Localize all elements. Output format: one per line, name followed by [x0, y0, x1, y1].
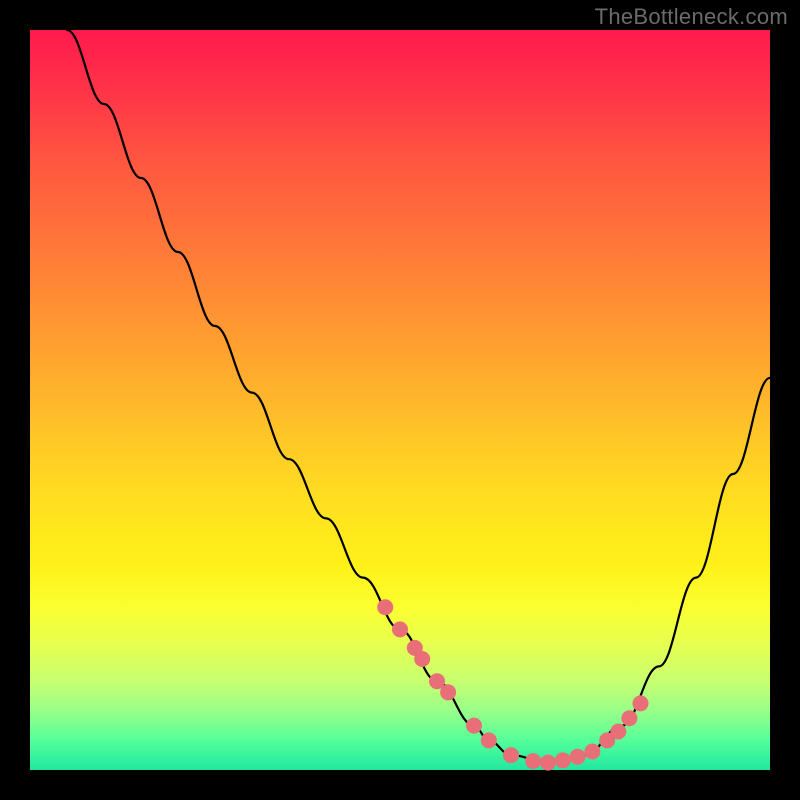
- chart-svg: [30, 30, 770, 770]
- highlight-dot: [610, 724, 626, 740]
- highlight-dot: [555, 752, 571, 768]
- highlight-dot: [481, 732, 497, 748]
- highlight-dot: [392, 621, 408, 637]
- highlight-dot: [584, 744, 600, 760]
- highlight-dot: [414, 651, 430, 667]
- highlight-dot: [570, 749, 586, 765]
- highlight-dot: [525, 753, 541, 769]
- watermark-text: TheBottleneck.com: [595, 4, 788, 30]
- highlight-dot: [540, 755, 556, 771]
- highlight-dot: [633, 695, 649, 711]
- highlight-dot: [466, 718, 482, 734]
- highlight-dot: [440, 684, 456, 700]
- highlight-dot: [503, 747, 519, 763]
- highlight-dot: [377, 599, 393, 615]
- highlight-dots-group: [377, 599, 648, 770]
- highlight-dot: [621, 710, 637, 726]
